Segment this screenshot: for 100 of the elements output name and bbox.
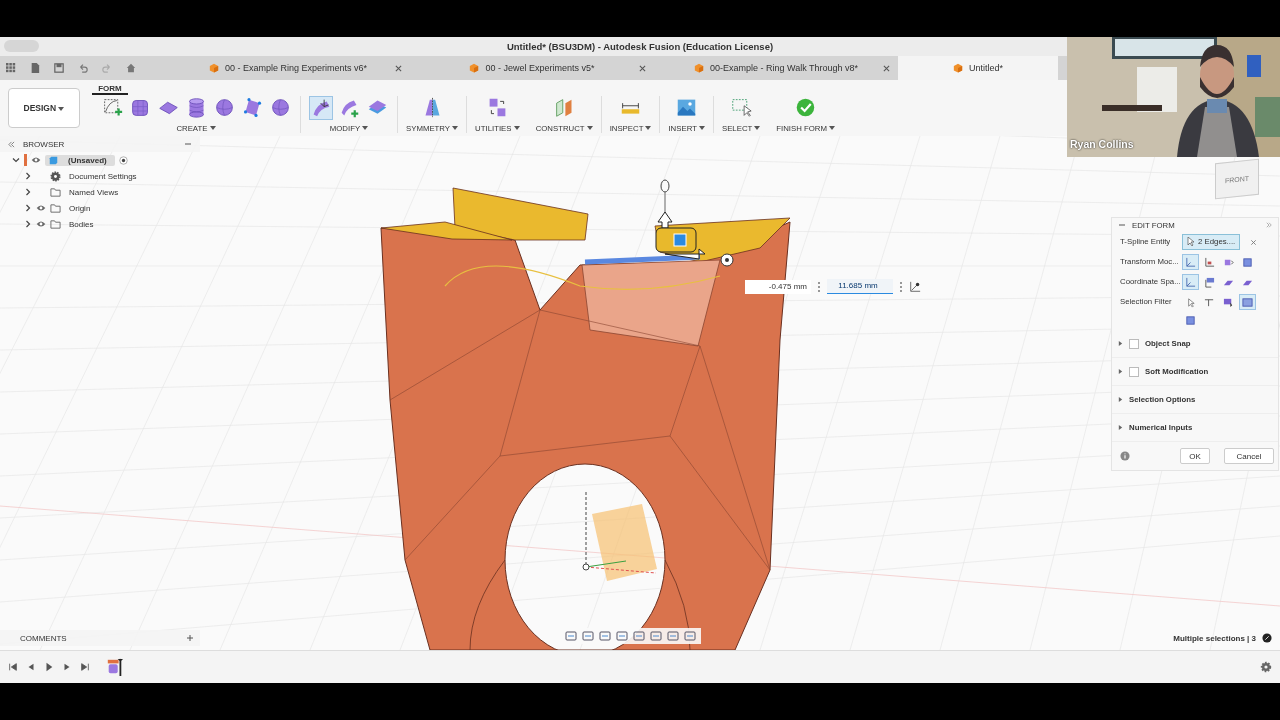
tree-item[interactable]: Bodies bbox=[69, 219, 94, 229]
window-title: Untitled* (BSU3DM) - Autodesk Fusion (Education License) bbox=[506, 41, 774, 52]
expand-triangle-icon[interactable] bbox=[1118, 341, 1123, 346]
tab-label: 00 - Jewel Experiments v5* bbox=[485, 63, 595, 73]
eye-icon[interactable] bbox=[36, 220, 46, 228]
caret-icon bbox=[58, 106, 65, 111]
save-icon[interactable] bbox=[54, 63, 64, 73]
caret-icon bbox=[645, 126, 652, 131]
minimize-icon[interactable] bbox=[184, 140, 192, 148]
clear-icon[interactable] bbox=[1250, 239, 1258, 246]
caret-icon bbox=[586, 126, 593, 131]
option-icon bbox=[1204, 296, 1215, 308]
option-icon bbox=[1242, 296, 1253, 308]
tool-icon bbox=[795, 97, 817, 118]
dimension-field[interactable]: -0.475 mm bbox=[745, 279, 811, 294]
expand-triangle-icon[interactable] bbox=[1118, 369, 1123, 374]
active-radio-icon[interactable] bbox=[118, 155, 128, 165]
caret-icon bbox=[698, 126, 705, 131]
option-button[interactable] bbox=[1182, 254, 1199, 270]
settings-icon[interactable] bbox=[1260, 661, 1272, 673]
more-icon[interactable] bbox=[817, 280, 821, 293]
view-tool-icon[interactable] bbox=[649, 630, 663, 642]
dialog-button[interactable]: Cancel bbox=[1224, 448, 1274, 464]
option-icon bbox=[1223, 296, 1234, 308]
view-tool-icon[interactable] bbox=[632, 630, 646, 642]
chevron-icon[interactable] bbox=[12, 156, 20, 164]
workspace-button[interactable]: DESIGN bbox=[8, 88, 80, 128]
option-button[interactable] bbox=[1182, 274, 1199, 290]
file-icon[interactable] bbox=[30, 63, 40, 73]
eye-icon[interactable] bbox=[36, 204, 46, 212]
close-icon[interactable] bbox=[395, 64, 402, 72]
undo-icon[interactable] bbox=[78, 63, 88, 73]
dialog-button[interactable]: OK bbox=[1180, 448, 1210, 464]
caret-icon bbox=[362, 126, 369, 131]
next-icon[interactable] bbox=[62, 662, 72, 672]
view-tool-icon[interactable] bbox=[666, 630, 680, 642]
play-icon[interactable] bbox=[44, 662, 54, 672]
previous-icon[interactable] bbox=[26, 662, 36, 672]
cube-icon bbox=[953, 63, 963, 73]
cube-icon bbox=[208, 63, 219, 73]
tool-button[interactable] bbox=[309, 95, 333, 120]
tool-icon bbox=[241, 97, 263, 118]
expand-panel-icon[interactable] bbox=[1266, 222, 1272, 228]
checkbox[interactable] bbox=[1129, 366, 1139, 377]
view-tool-icon[interactable] bbox=[615, 630, 629, 642]
first-frame-icon[interactable] bbox=[8, 662, 18, 672]
view-tool-icon[interactable] bbox=[581, 630, 595, 642]
option-icon bbox=[1185, 256, 1196, 268]
document-tab[interactable]: 00 - Example Ring Experiments v6* bbox=[166, 56, 410, 80]
tree-item[interactable]: (Unsaved) bbox=[45, 154, 115, 166]
view-tool-icon[interactable] bbox=[598, 630, 612, 642]
collapse-icon[interactable] bbox=[8, 140, 15, 148]
tool-icon bbox=[129, 97, 151, 118]
panel-title: BROWSER bbox=[23, 139, 66, 149]
minimize-icon[interactable] bbox=[1118, 221, 1126, 229]
tab-label: 00 - Example Ring Experiments v6* bbox=[224, 63, 368, 73]
axes-icon[interactable] bbox=[909, 280, 921, 293]
option-button[interactable] bbox=[1239, 294, 1256, 310]
eye-icon[interactable] bbox=[31, 156, 41, 164]
close-icon[interactable] bbox=[883, 64, 890, 72]
tool-icon bbox=[101, 97, 123, 118]
cube-icon bbox=[693, 63, 704, 73]
caret-icon bbox=[209, 126, 216, 131]
tool-icon bbox=[730, 97, 752, 118]
document-tab[interactable]: Untitled* bbox=[898, 56, 1058, 80]
expand-triangle-icon[interactable] bbox=[1118, 425, 1123, 430]
view-tool-icon[interactable] bbox=[564, 630, 578, 642]
option-icon bbox=[1185, 276, 1196, 288]
document-tab[interactable]: 00-Example - Ring Walk Through v8* bbox=[654, 56, 898, 80]
more-icon[interactable] bbox=[899, 280, 903, 293]
option-icon bbox=[1185, 296, 1196, 308]
participant-name: Ryan Collins bbox=[1070, 138, 1134, 150]
option-icon bbox=[1185, 314, 1196, 326]
add-icon[interactable] bbox=[186, 634, 194, 642]
apps-grid-icon[interactable] bbox=[6, 63, 16, 73]
close-icon[interactable] bbox=[639, 64, 646, 72]
tree-item[interactable]: Document Settings bbox=[69, 171, 137, 181]
dimension-field[interactable]: 11.685 mm bbox=[827, 279, 893, 294]
help-icon[interactable] bbox=[1262, 633, 1272, 643]
last-frame-icon[interactable] bbox=[80, 662, 90, 672]
timeline-feature-icon[interactable] bbox=[106, 658, 124, 676]
document-tab[interactable]: 00 - Jewel Experiments v5* bbox=[410, 56, 654, 80]
tree-item[interactable]: Named Views bbox=[69, 187, 119, 197]
gear-icon bbox=[50, 170, 61, 182]
checkbox[interactable] bbox=[1129, 338, 1139, 349]
status-text: Multiple selections | 3 bbox=[1173, 633, 1256, 643]
form-tab[interactable]: FORM bbox=[92, 83, 128, 95]
option-icon bbox=[1204, 256, 1215, 268]
home-icon[interactable] bbox=[126, 63, 136, 73]
panel-title: COMMENTS bbox=[20, 633, 67, 643]
cube-icon bbox=[469, 63, 480, 73]
info-icon[interactable] bbox=[1120, 451, 1130, 461]
caret-icon bbox=[513, 126, 520, 131]
caret-icon bbox=[754, 126, 761, 131]
view-tool-icon[interactable] bbox=[683, 630, 697, 642]
folder-icon bbox=[50, 218, 61, 230]
option-icon bbox=[1242, 256, 1253, 268]
expand-triangle-icon[interactable] bbox=[1118, 397, 1123, 402]
tool-icon bbox=[676, 97, 698, 118]
tree-item[interactable]: Origin bbox=[69, 203, 91, 213]
